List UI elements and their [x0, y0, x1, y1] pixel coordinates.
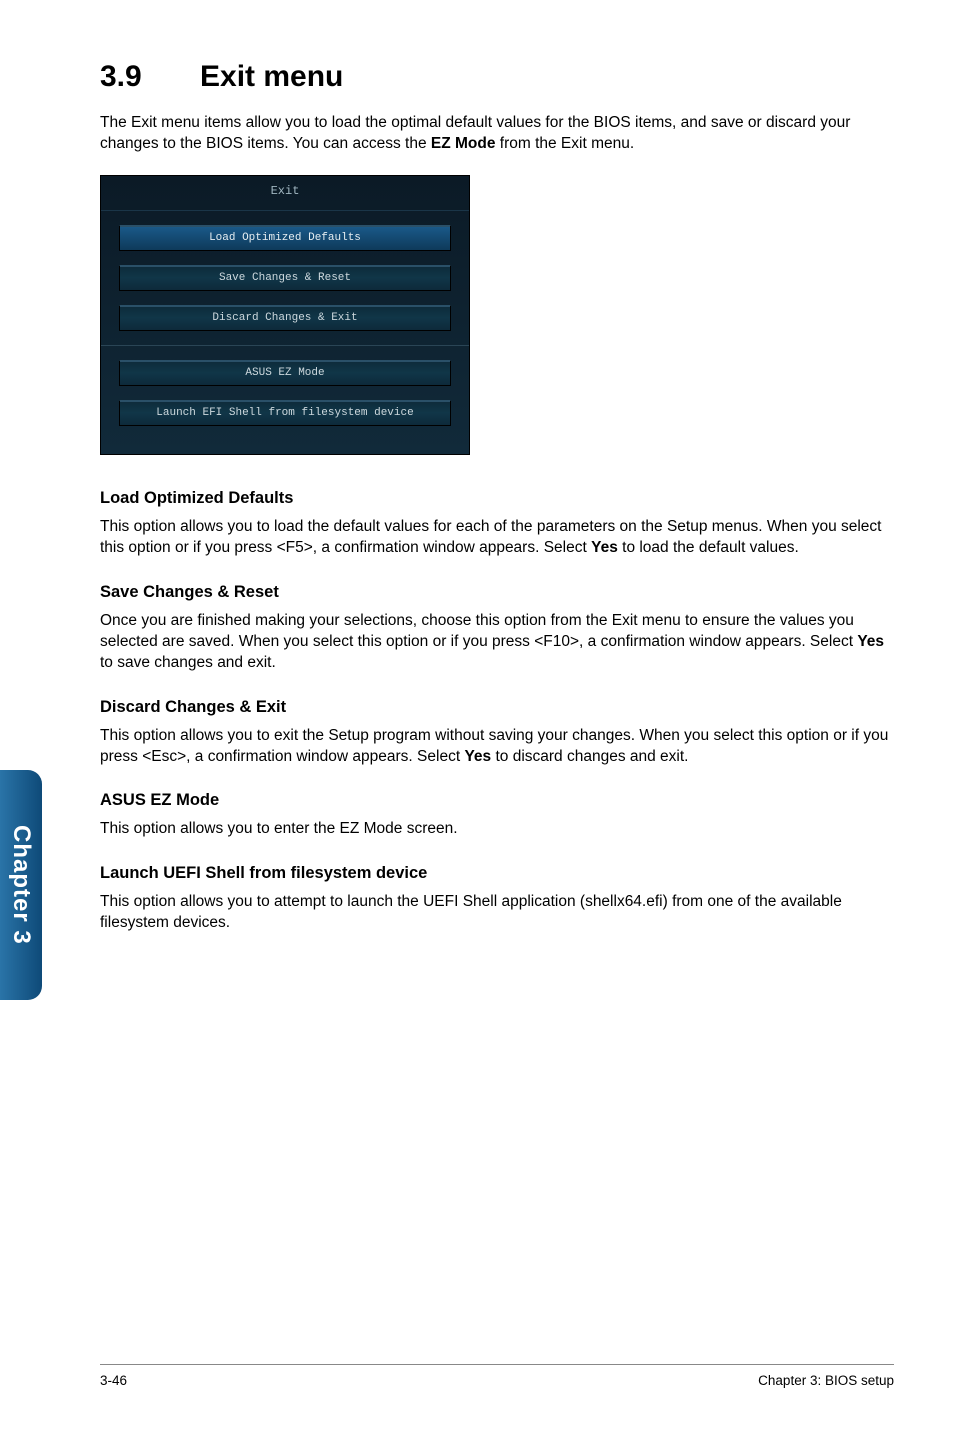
load-defaults-text: This option allows you to load the defau… [100, 516, 894, 559]
bios-body: Load Optimized Defaults Save Changes & R… [101, 211, 469, 426]
asus-ez-mode-heading: ASUS EZ Mode [100, 791, 894, 810]
footer-chapter-label: Chapter 3: BIOS setup [758, 1373, 894, 1388]
launch-uefi-shell-text: This option allows you to attempt to lau… [100, 891, 894, 934]
discard-text-b: to discard changes and exit. [491, 748, 688, 765]
intro-paragraph: The Exit menu items allow you to load th… [100, 112, 894, 155]
section-title: 3.9 Exit menu [100, 60, 894, 94]
bios-load-optimized-defaults-button[interactable]: Load Optimized Defaults [119, 225, 451, 251]
asus-ez-mode-text: This option allows you to enter the EZ M… [100, 818, 894, 839]
save-text-b: to save changes and exit. [100, 654, 276, 671]
save-changes-heading: Save Changes & Reset [100, 583, 894, 602]
save-text-a: Once you are finished making your select… [100, 612, 857, 650]
intro-ezmode-bold: EZ Mode [431, 135, 496, 152]
load-text-b: to load the default values. [618, 539, 799, 556]
save-yes-bold: Yes [857, 633, 884, 650]
section-heading: Exit menu [200, 60, 343, 93]
save-changes-text: Once you are finished making your select… [100, 610, 894, 674]
bios-divider [101, 345, 469, 346]
launch-uefi-shell-heading: Launch UEFI Shell from filesystem device [100, 864, 894, 883]
chapter-side-tab: Chapter 3 [0, 770, 42, 1000]
page-number: 3-46 [100, 1373, 127, 1388]
page-footer: 3-46 Chapter 3: BIOS setup [100, 1364, 894, 1388]
intro-text-b: from the Exit menu. [495, 135, 634, 152]
section-number: 3.9 [100, 60, 142, 93]
bios-launch-efi-shell-button[interactable]: Launch EFI Shell from filesystem device [119, 400, 451, 426]
load-defaults-heading: Load Optimized Defaults [100, 489, 894, 508]
chapter-side-tab-label: Chapter 3 [7, 825, 35, 945]
bios-discard-changes-exit-button[interactable]: Discard Changes & Exit [119, 305, 451, 331]
discard-changes-text: This option allows you to exit the Setup… [100, 725, 894, 768]
discard-changes-heading: Discard Changes & Exit [100, 698, 894, 717]
bios-exit-screenshot: Exit Load Optimized Defaults Save Change… [100, 175, 470, 455]
load-yes-bold: Yes [591, 539, 618, 556]
bios-save-changes-reset-button[interactable]: Save Changes & Reset [119, 265, 451, 291]
bios-tab-header: Exit [101, 176, 469, 211]
bios-asus-ez-mode-button[interactable]: ASUS EZ Mode [119, 360, 451, 386]
discard-yes-bold: Yes [464, 748, 491, 765]
